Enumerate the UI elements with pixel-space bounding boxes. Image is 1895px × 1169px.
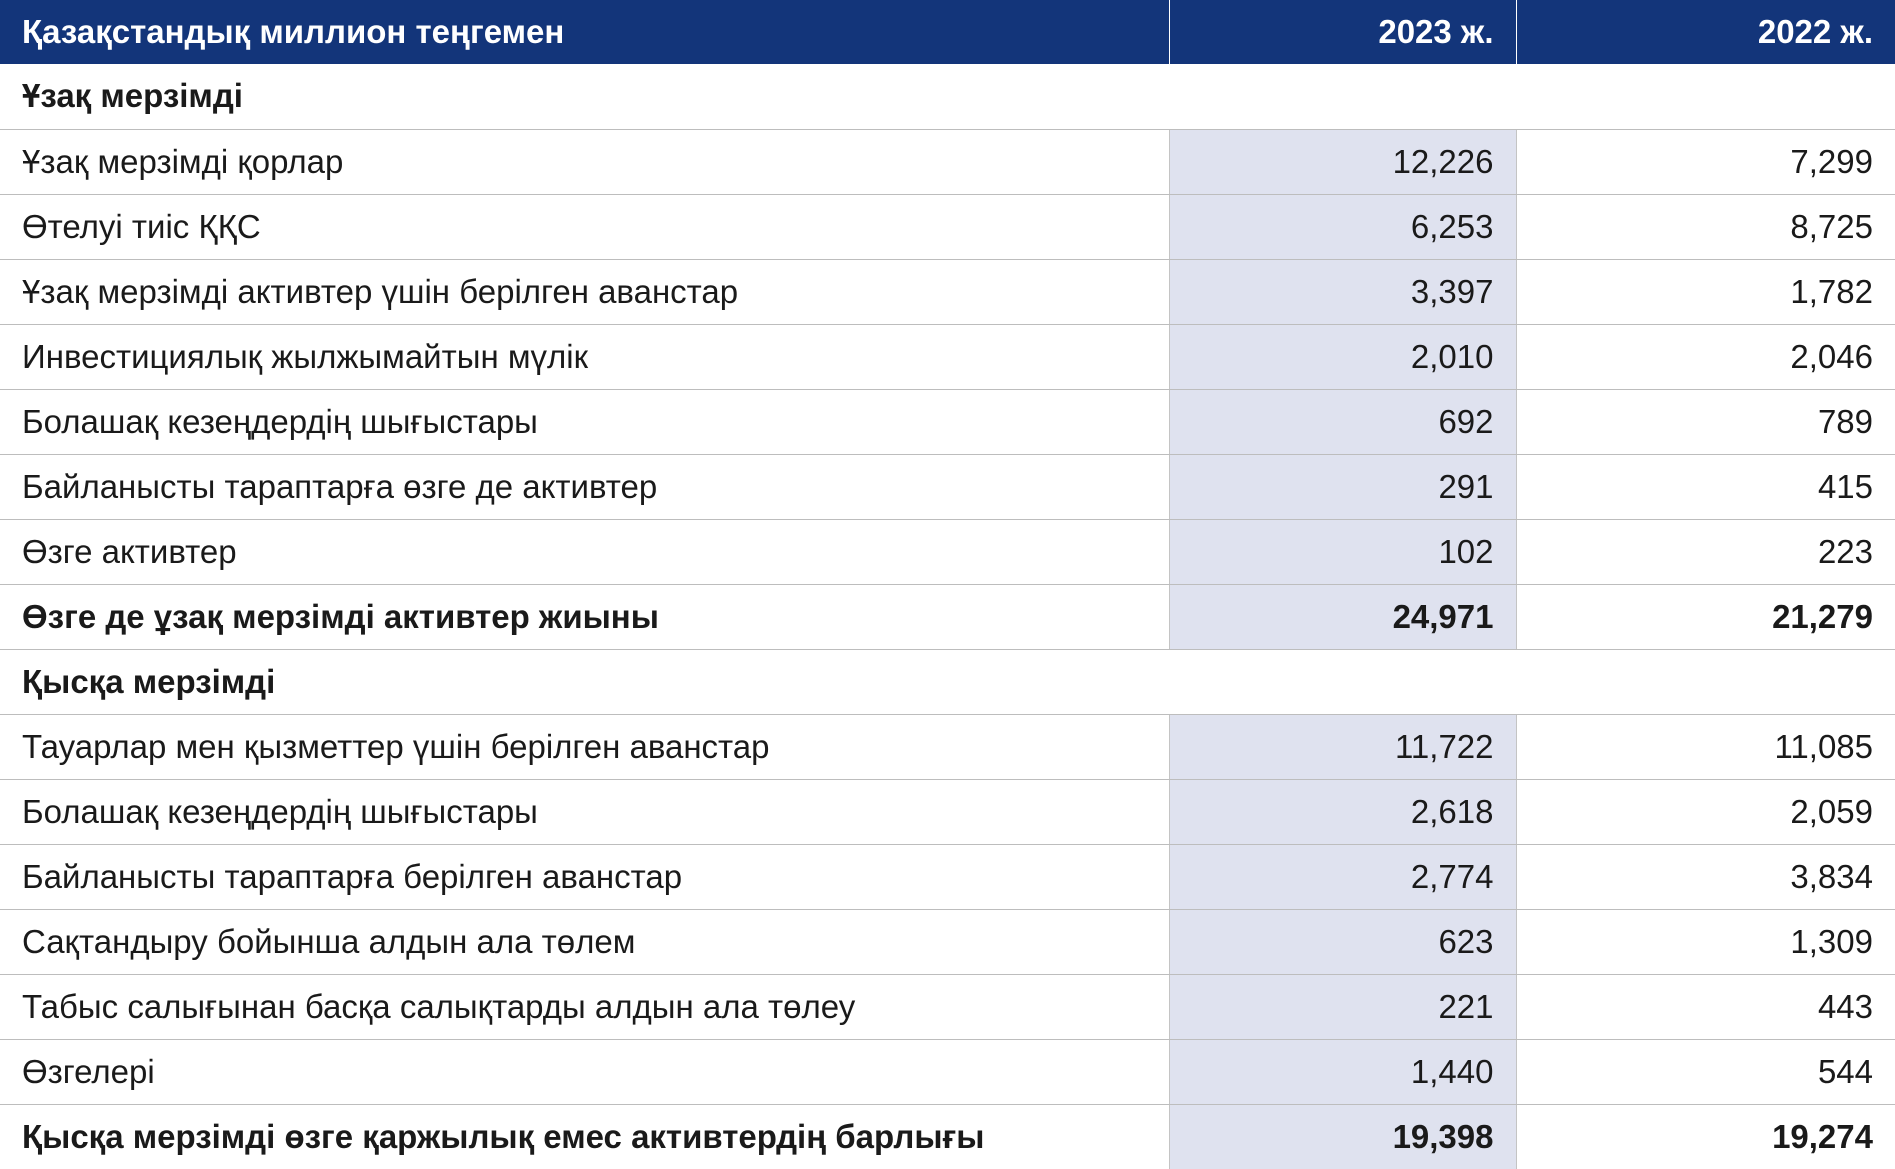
value-2022: 1,309 xyxy=(1516,909,1895,975)
total-2022: 21,279 xyxy=(1516,584,1895,650)
table-row: Тауарлар мен қызметтер үшін берілген ава… xyxy=(0,714,1895,780)
table-row: Болашақ кезеңдердің шығыстары 2,618 2,05… xyxy=(0,779,1895,845)
table-row: Өзге активтер 102 223 xyxy=(0,519,1895,585)
table-row: Болашақ кезеңдердің шығыстары 692 789 xyxy=(0,389,1895,455)
value-2023: 102 xyxy=(1168,519,1517,585)
total-row-short-term: Қысқа мерзімді өзге қаржылық емес активт… xyxy=(0,1104,1895,1169)
table-row: Инвестициялық жылжымайтын мүлік 2,010 2,… xyxy=(0,324,1895,390)
value-2022: 789 xyxy=(1516,389,1895,455)
row-label: Байланысты тараптарға берілген аванстар xyxy=(0,844,1169,910)
table-row: Байланысты тараптарға өзге де активтер 2… xyxy=(0,454,1895,520)
table-row: Өтелуі тиіс ҚҚС 6,253 8,725 xyxy=(0,194,1895,260)
table-row: Өзгелері 1,440 544 xyxy=(0,1039,1895,1105)
value-2023: 623 xyxy=(1168,909,1517,975)
value-2023: 2,010 xyxy=(1168,324,1517,390)
value-2022: 2,046 xyxy=(1516,324,1895,390)
table-row: Ұзақ мерзімді қорлар 12,226 7,299 xyxy=(0,129,1895,195)
total-2022: 19,274 xyxy=(1772,1117,1873,1155)
total-2023: 24,971 xyxy=(1168,584,1517,650)
value-2022: 223 xyxy=(1516,519,1895,585)
total-label: Қысқа мерзімді өзге қаржылық емес активт… xyxy=(22,1117,985,1155)
table-row: Ұзақ мерзімді активтер үшін берілген ава… xyxy=(0,259,1895,325)
value-2023: 1,440 xyxy=(1168,1039,1517,1105)
section-title: Қысқа мерзімді xyxy=(0,649,1895,715)
table-row: Сақтандыру бойынша алдын ала төлем 623 1… xyxy=(0,909,1895,975)
value-2023: 221 xyxy=(1168,974,1517,1040)
value-2023: 291 xyxy=(1168,454,1517,520)
row-label: Болашақ кезеңдердің шығыстары xyxy=(0,779,1169,845)
section-row-long-term: Ұзақ мерзімді xyxy=(0,64,1895,130)
row-label: Ұзақ мерзімді қорлар xyxy=(0,129,1169,195)
assets-table: Қазақстандық миллион теңгемен 2023 ж. 20… xyxy=(0,0,1895,1169)
value-2023: 2,618 xyxy=(1168,779,1517,845)
section-title: Ұзақ мерзімді xyxy=(0,64,1895,130)
value-2022: 8,725 xyxy=(1516,194,1895,260)
row-label: Өзгелері xyxy=(0,1039,1169,1105)
header-2023: 2023 ж. xyxy=(1168,0,1516,64)
value-2023: 6,253 xyxy=(1168,194,1517,260)
row-label: Тауарлар мен қызметтер үшін берілген ава… xyxy=(0,714,1169,780)
value-2023: 2,774 xyxy=(1168,844,1517,910)
value-2023: 11,722 xyxy=(1168,714,1517,780)
value-2022: 1,782 xyxy=(1516,259,1895,325)
total-2023: 19,398 xyxy=(1168,1104,1517,1169)
value-2023: 692 xyxy=(1168,389,1517,455)
value-2022: 3,834 xyxy=(1516,844,1895,910)
value-2022: 11,085 xyxy=(1516,714,1895,780)
row-label: Сақтандыру бойынша алдын ала төлем xyxy=(0,909,1169,975)
row-label: Инвестициялық жылжымайтын мүлік xyxy=(0,324,1169,390)
row-label: Болашақ кезеңдердің шығыстары xyxy=(0,389,1169,455)
row-label: Ұзақ мерзімді активтер үшін берілген ава… xyxy=(0,259,1169,325)
total-row-long-term: Өзге де ұзақ мерзімді активтер жиыны 24,… xyxy=(0,584,1895,650)
value-2022: 544 xyxy=(1516,1039,1895,1105)
row-label: Табыс салығынан басқа салықтарды алдын а… xyxy=(0,974,1169,1040)
value-2023: 12,226 xyxy=(1168,129,1517,195)
value-2023: 3,397 xyxy=(1168,259,1517,325)
value-2022: 443 xyxy=(1516,974,1895,1040)
value-2022: 2,059 xyxy=(1516,779,1895,845)
header-2022: 2022 ж. xyxy=(1515,0,1895,64)
row-label: Өзге активтер xyxy=(0,519,1169,585)
table-header-row: Қазақстандық миллион теңгемен 2023 ж. 20… xyxy=(0,0,1895,64)
total-label: Өзге де ұзақ мерзімді активтер жиыны xyxy=(0,584,1169,650)
row-label: Байланысты тараптарға өзге де активтер xyxy=(0,454,1169,520)
header-unit-label: Қазақстандық миллион теңгемен xyxy=(0,0,1169,64)
row-label: Өтелуі тиіс ҚҚС xyxy=(0,194,1169,260)
table-row: Табыс салығынан басқа салықтарды алдын а… xyxy=(0,974,1895,1040)
table-row: Байланысты тараптарға берілген аванстар … xyxy=(0,844,1895,910)
section-row-short-term: Қысқа мерзімді xyxy=(0,649,1895,715)
value-2022: 7,299 xyxy=(1516,129,1895,195)
value-2022: 415 xyxy=(1516,454,1895,520)
